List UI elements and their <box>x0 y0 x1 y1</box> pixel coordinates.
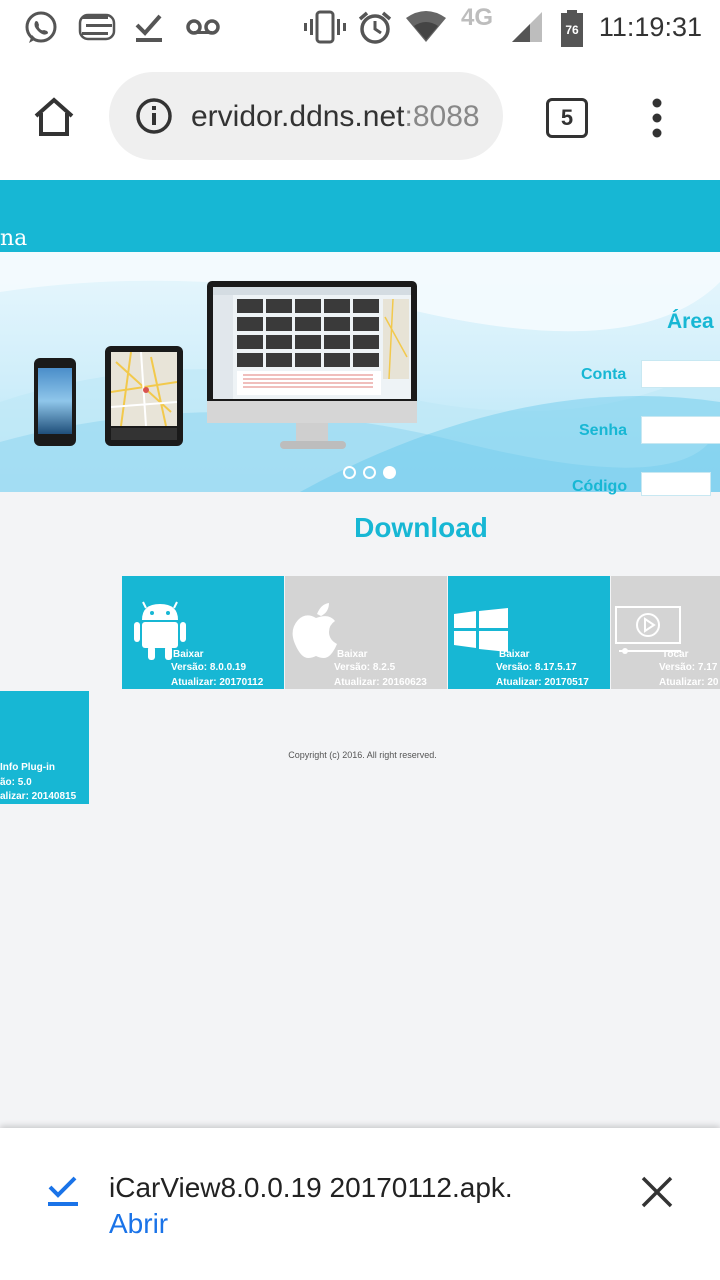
tile-updated: Atualizar: 20160623 <box>334 677 427 688</box>
battery-icon: 76 <box>561 10 583 47</box>
code-label: Código <box>572 478 628 495</box>
site-title: na <box>0 226 28 251</box>
status-bar: 4G 76 11:19:31 <box>0 0 720 54</box>
url-host: ervidor.ddns.net <box>191 100 405 133</box>
url-port: :8088 <box>404 100 480 133</box>
web-page: na Área Conta Senha Código Download Baix… <box>0 180 720 1130</box>
signal-icon <box>512 12 542 42</box>
phone-illustration <box>34 358 76 446</box>
tile-action: Info Plug-in <box>0 762 55 773</box>
tile-action: Tocar <box>662 649 689 660</box>
apple-icon <box>292 603 337 658</box>
monitor-base <box>280 441 346 449</box>
tile-version: Versão: 8.17.5.17 <box>496 662 577 673</box>
monitor-illustration <box>207 281 417 423</box>
tile-version: ão: 5.0 <box>0 777 32 788</box>
download-heading: Download <box>354 512 488 543</box>
overflow-menu-icon[interactable] <box>648 98 666 138</box>
download-tile-windows[interactable]: Baixar Versão: 8.17.5.17 Atualizar: 2017… <box>448 576 610 689</box>
hero-banner: Área Conta Senha <box>0 252 720 492</box>
info-icon[interactable] <box>135 97 173 135</box>
login-heading: Área <box>667 310 714 333</box>
account-label: Conta <box>581 366 627 383</box>
tile-updated: alizar: 20140815 <box>0 791 77 802</box>
tile-version: Versão: 8.2.5 <box>334 662 396 673</box>
carousel-dot[interactable] <box>343 466 356 479</box>
code-input[interactable] <box>641 472 711 496</box>
carousel-dot[interactable] <box>363 466 376 479</box>
download-tile-android[interactable]: Baixar Versão: 8.0.0.19 Atualizar: 20170… <box>122 576 284 689</box>
tile-action: Baixar <box>499 649 530 660</box>
voicemail-icon <box>186 19 220 35</box>
url-text: ervidor.ddns.net:8088 <box>191 100 480 134</box>
browser-toolbar: ervidor.ddns.net:8088 5 <box>0 54 720 180</box>
tile-version: Versão: 8.0.0.19 <box>171 662 247 673</box>
monitor-stand <box>296 423 328 441</box>
tile-version: Versão: 7.17 <box>659 662 718 673</box>
download-complete-bar: iCarView8.0.0.19 20170112.apk. Abrir <box>0 1128 720 1280</box>
tile-updated: Atualizar: 20170112 <box>171 677 264 688</box>
download-filename: iCarView8.0.0.19 20170112.apk. <box>109 1172 513 1203</box>
tab-switcher-button[interactable]: 5 <box>546 98 588 138</box>
tile-action: Baixar <box>337 649 368 660</box>
address-bar[interactable]: ervidor.ddns.net:8088 <box>109 72 503 160</box>
windows-icon <box>454 608 508 652</box>
tile-updated: Atualizar: 20 <box>659 677 719 688</box>
home-icon[interactable] <box>32 96 76 138</box>
site-header: na <box>0 180 720 252</box>
wifi-icon <box>406 11 446 42</box>
tab-count: 5 <box>560 105 574 130</box>
open-download-link[interactable]: Abrir <box>109 1208 168 1240</box>
notification-stack-icon <box>78 13 116 41</box>
download-tile-player[interactable]: Tocar Versão: 7.17 Atualizar: 20 <box>611 576 720 689</box>
battery-level: 76 <box>565 23 579 37</box>
download-tile-ios[interactable]: Baixar Versão: 8.2.5 Atualizar: 20160623 <box>285 576 447 689</box>
vibrate-icon <box>304 10 346 44</box>
carousel-dots <box>343 466 403 480</box>
network-type-label: 4G <box>461 4 494 31</box>
download-complete-icon <box>48 1176 78 1206</box>
account-input[interactable] <box>641 360 720 388</box>
whatsapp-icon <box>25 11 57 43</box>
tile-action: Baixar <box>173 649 204 660</box>
password-label: Senha <box>579 422 628 439</box>
password-input[interactable] <box>641 416 720 444</box>
download-done-icon <box>135 14 162 42</box>
tablet-illustration <box>105 346 183 446</box>
close-icon[interactable] <box>640 1175 674 1209</box>
carousel-dot-active[interactable] <box>383 466 396 479</box>
clock: 11:19:31 <box>598 12 702 42</box>
alarm-icon <box>358 11 392 44</box>
copyright-text: Copyright (c) 2016. All right reserved. <box>288 750 437 760</box>
download-tile-plugin[interactable]: Info Plug-in ão: 5.0 alizar: 20140815 <box>0 691 89 804</box>
tile-updated: Atualizar: 20170517 <box>496 677 589 688</box>
